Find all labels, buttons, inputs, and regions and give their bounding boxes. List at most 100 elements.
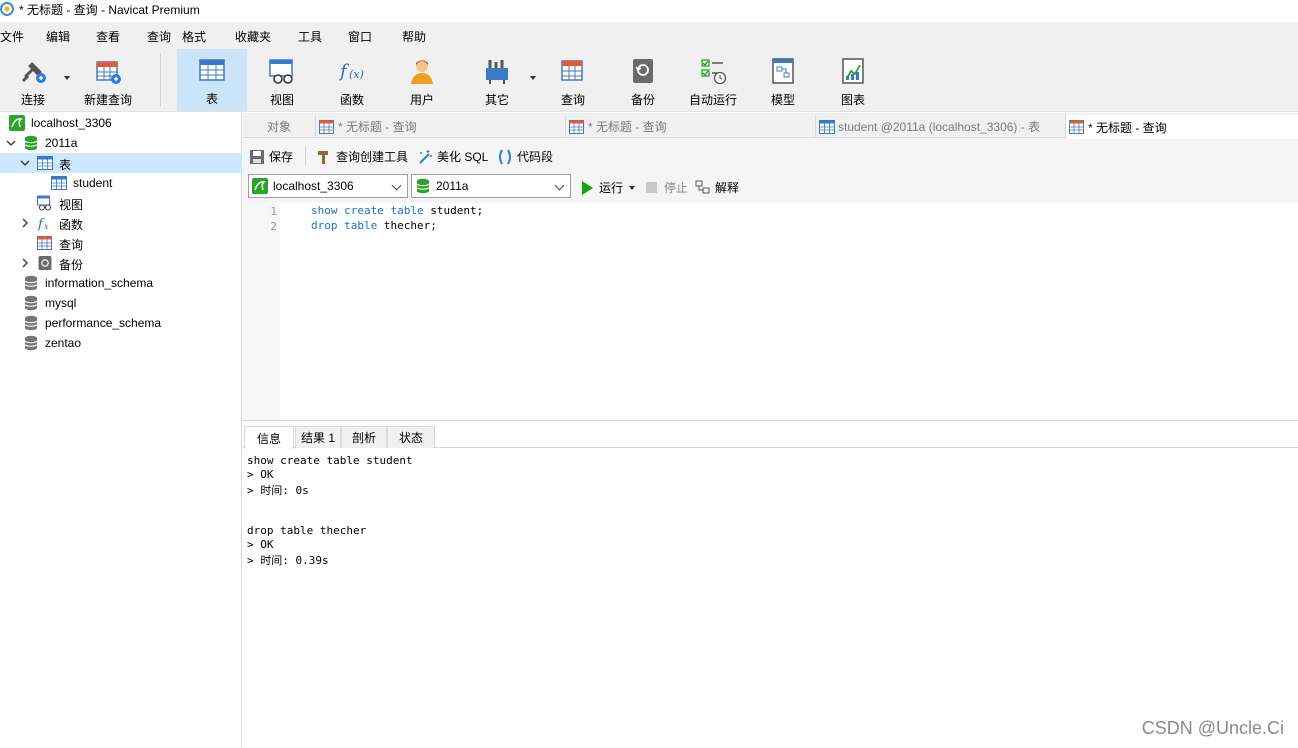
plug-icon xyxy=(21,62,46,83)
backup-icon xyxy=(38,256,52,270)
backup-button[interactable]: 备份 xyxy=(615,50,671,112)
user-label: 用户 xyxy=(409,93,434,107)
auto-run-button[interactable]: 自动运行 xyxy=(685,50,741,112)
view-icon xyxy=(37,195,51,211)
stop-button[interactable]: 停止 xyxy=(644,179,688,196)
menu-query[interactable]: 查询 xyxy=(147,28,171,45)
new-query-label: 新建查询 xyxy=(83,93,132,107)
table-button[interactable]: 表 xyxy=(177,49,247,111)
database-select[interactable]: 2011a xyxy=(411,174,571,198)
new-query-button[interactable]: 新建查询 xyxy=(80,50,136,112)
code-snippet-button[interactable]: 代码段 xyxy=(497,148,553,165)
code-line[interactable]: show create table student; xyxy=(311,204,483,217)
run-button[interactable]: 运行 xyxy=(579,179,636,196)
chevron-right-icon[interactable] xyxy=(20,218,30,228)
database-icon xyxy=(24,315,38,331)
svg-text:(x): (x) xyxy=(349,68,364,81)
database-icon xyxy=(24,135,38,151)
other-dropdown-icon[interactable] xyxy=(530,76,536,80)
query-icon xyxy=(319,119,334,134)
tree-item-queries[interactable]: 查询 xyxy=(0,233,242,253)
hammer-icon xyxy=(318,150,328,164)
run-dropdown-icon[interactable] xyxy=(629,185,636,190)
model-button[interactable]: 模型 xyxy=(755,50,811,112)
other-button[interactable]: 其它 xyxy=(468,50,526,112)
save-icon xyxy=(250,149,264,164)
user-button[interactable]: 用户 xyxy=(394,50,450,112)
menu-window[interactable]: 窗口 xyxy=(348,28,372,45)
menu-edit[interactable]: 编辑 xyxy=(46,28,70,45)
tree-item-functions[interactable]: f x 函数 xyxy=(0,213,242,233)
tools-icon xyxy=(486,60,508,84)
connection-select[interactable]: localhost_3306 xyxy=(248,174,408,198)
menu-help[interactable]: 帮助 xyxy=(402,28,426,45)
tree-item-table-student[interactable]: student xyxy=(0,173,242,193)
tree-item-backups[interactable]: 备份 xyxy=(0,253,242,273)
navicat-app-icon xyxy=(0,2,14,16)
tab-untitled-query-active[interactable]: * 无标题 - 查询 xyxy=(1065,115,1298,139)
user-icon xyxy=(411,60,433,84)
tree-label-performance-schema: performance_schema xyxy=(45,316,162,330)
tree-label-functions: 函数 xyxy=(59,218,84,232)
result-tab-label: 状态 xyxy=(398,431,423,445)
connect-button[interactable]: 连接 xyxy=(6,50,60,112)
result-tab-profile[interactable]: 剖析 xyxy=(341,426,387,448)
code-line[interactable]: drop table thecher; xyxy=(311,219,437,232)
save-button[interactable]: 保存 xyxy=(249,148,293,165)
result-tab-result-1[interactable]: 结果 1 xyxy=(295,426,341,448)
line-number-gutter: 1 2 xyxy=(243,203,280,420)
function-button[interactable]: f (x) 函数 xyxy=(324,50,380,112)
chevron-down-icon[interactable] xyxy=(20,158,30,168)
menu-favorites[interactable]: 收藏夹 xyxy=(235,28,271,45)
table-icon xyxy=(37,156,53,170)
chart-button[interactable]: 图表 xyxy=(825,50,881,112)
connect-dropdown-icon[interactable] xyxy=(64,76,70,80)
query-icon xyxy=(1069,120,1084,134)
tree-item-db-information-schema[interactable]: information_schema xyxy=(0,273,242,293)
explain-button[interactable]: 解释 xyxy=(695,179,739,196)
tree-item-db-performance-schema[interactable]: performance_schema xyxy=(0,313,242,333)
tab-untitled-query-2[interactable]: * 无标题 - 查询 xyxy=(565,115,815,138)
result-tab-info[interactable]: 信息 xyxy=(244,426,294,449)
toolbar-separator xyxy=(160,53,161,107)
tree-item-db-zentao[interactable]: zentao xyxy=(0,333,242,353)
chevron-right-icon[interactable] xyxy=(20,258,30,268)
view-button[interactable]: 视图 xyxy=(254,50,310,112)
menu-tools[interactable]: 工具 xyxy=(298,28,322,45)
menu-view[interactable]: 查看 xyxy=(96,28,120,45)
message-time: > 时间: 0s xyxy=(247,484,309,497)
line-number: 2 xyxy=(270,220,277,233)
database-icon xyxy=(416,178,430,194)
chevron-down-icon[interactable] xyxy=(6,138,16,148)
backup-icon xyxy=(633,59,653,83)
stop-icon xyxy=(646,181,657,193)
tab-untitled-query-1[interactable]: * 无标题 - 查询 xyxy=(315,115,565,138)
tab-objects[interactable]: 对象 xyxy=(243,115,315,138)
run-bar: localhost_3306 2011a 运行 停止 解释 xyxy=(243,173,1298,203)
tree-label-connection: localhost_3306 xyxy=(31,116,112,130)
tree-item-tables[interactable]: 表 xyxy=(0,153,242,173)
tree-item-database-2011a[interactable]: 2011a xyxy=(0,133,242,153)
result-tab-label: 信息 xyxy=(256,431,281,446)
tree-item-views[interactable]: 视图 xyxy=(0,193,242,213)
database-select-value: 2011a xyxy=(436,179,469,193)
query-button[interactable]: 查询 xyxy=(545,50,601,112)
window-title: * 无标题 - 查询 - Navicat Premium xyxy=(19,2,200,17)
query-builder-button[interactable]: 查询创建工具 xyxy=(316,148,408,165)
other-label: 其它 xyxy=(484,93,509,107)
beautify-sql-button[interactable]: 美化 SQL xyxy=(417,148,488,165)
tab-label: student @2011a (localhost_3306) - 表 xyxy=(838,120,1041,134)
tree-item-connection[interactable]: localhost_3306 xyxy=(0,113,242,133)
mysql-connection-icon xyxy=(252,178,268,194)
result-tab-label: 剖析 xyxy=(351,431,376,445)
auto-run-icon xyxy=(701,59,727,85)
message-sql: show create table student xyxy=(247,454,413,467)
tab-objects-label: 对象 xyxy=(266,120,291,134)
sql-editor[interactable]: 1 2 show create table student; drop tabl… xyxy=(243,203,1298,420)
query-builder-label: 查询创建工具 xyxy=(336,150,409,164)
tab-student-table[interactable]: student @2011a (localhost_3306) - 表 xyxy=(815,115,1065,138)
menu-file[interactable]: 文件 xyxy=(0,28,24,45)
tree-item-db-mysql[interactable]: mysql xyxy=(0,293,242,313)
result-tab-status[interactable]: 状态 xyxy=(387,426,435,448)
menu-format[interactable]: 格式 xyxy=(182,28,206,45)
